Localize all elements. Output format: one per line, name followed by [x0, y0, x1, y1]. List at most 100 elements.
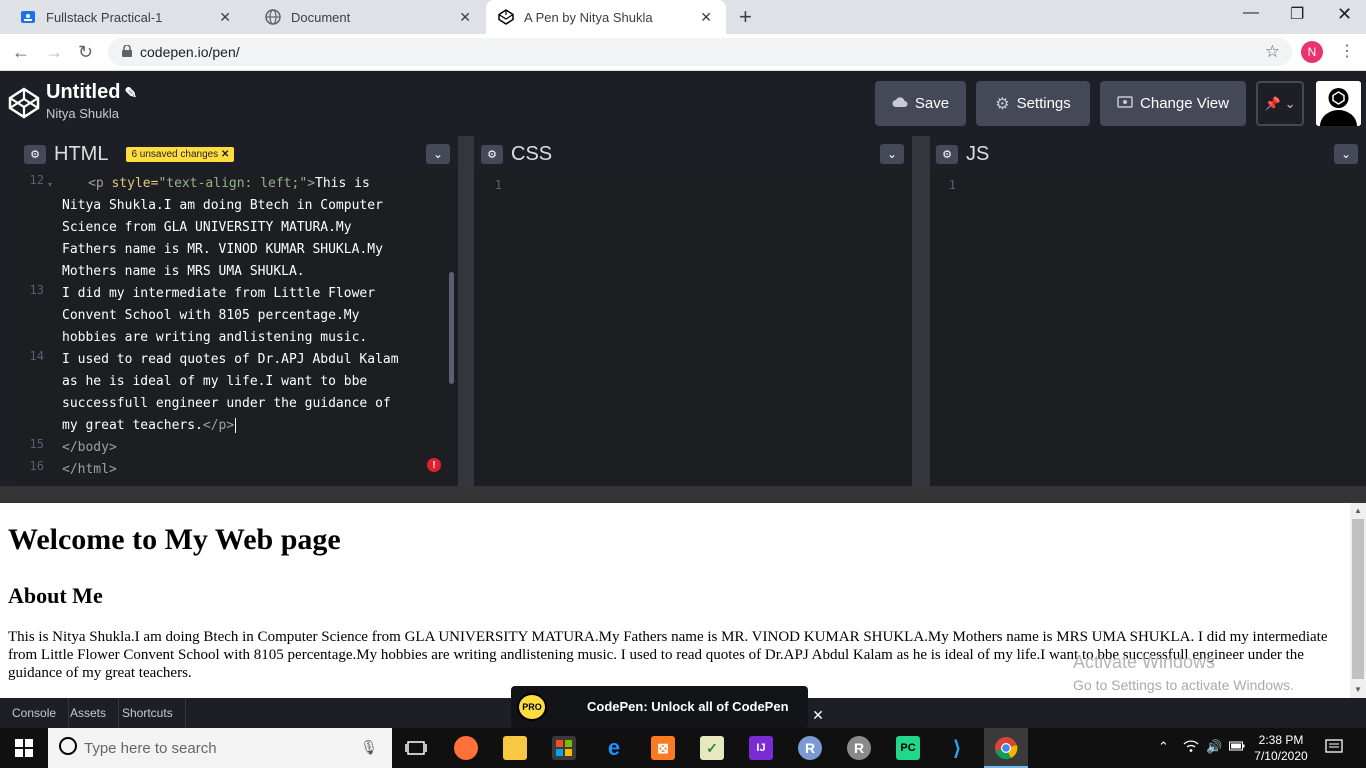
reload-icon[interactable]: ↻ [78, 42, 93, 63]
line-number: 13 [29, 283, 44, 297]
js-settings-gear-icon[interactable]: ⚙ [936, 144, 958, 164]
code-line: <p style="text-align: left;">This is [88, 176, 370, 191]
show-hidden-icons-icon[interactable]: ⌃ [1158, 739, 1169, 755]
line-number: 1 [494, 178, 502, 192]
file-explorer-icon[interactable] [503, 736, 527, 760]
activate-windows-subtitle: Go to Settings to activate Windows. [1073, 677, 1294, 693]
error-icon[interactable]: ! [427, 458, 441, 472]
pin-icon: 📌 [1264, 95, 1281, 111]
line-number: 12 [29, 173, 44, 187]
scroll-up-icon[interactable]: ▲ [1354, 506, 1362, 515]
settings-button[interactable]: ⚙ Settings [976, 81, 1090, 126]
classroom-icon [20, 9, 36, 25]
scroll-down-icon[interactable]: ▼ [1354, 685, 1362, 694]
codepen-logo-icon[interactable] [8, 87, 40, 124]
minimize-icon[interactable]: — [1243, 4, 1259, 22]
user-avatar[interactable] [1316, 81, 1361, 126]
pro-badge: PRO [517, 693, 547, 721]
pro-promo-banner[interactable]: PRO CodePen: Unlock all of CodePen [511, 686, 808, 728]
system-clock[interactable]: 2:38 PM 7/10/2020 [1251, 732, 1311, 764]
firefox-icon[interactable] [454, 736, 478, 760]
line-number: 15 [29, 437, 44, 451]
task-view-icon[interactable] [404, 736, 428, 760]
tab-fullstack-practical[interactable]: Fullstack Practical-1 ✕ [0, 0, 245, 34]
restore-icon[interactable]: ❐ [1290, 4, 1304, 24]
close-icon[interactable]: ✕ [221, 149, 229, 160]
js-editor-label: JS [966, 142, 990, 165]
preview-resize-bar[interactable] [0, 486, 1366, 503]
pycharm-icon[interactable]: PC [896, 736, 920, 760]
back-icon[interactable]: ← [12, 42, 30, 63]
url-text: codepen.io/pen/ [140, 44, 240, 60]
html-editor-header: ⚙ HTML 6 unsaved changes ✕ ⌄ [0, 136, 458, 172]
window-close-icon[interactable]: ✕ [1337, 4, 1352, 25]
scrollbar-thumb[interactable] [1352, 519, 1364, 679]
html-settings-gear-icon[interactable]: ⚙ [24, 144, 46, 164]
new-tab-icon[interactable]: + [739, 4, 752, 30]
close-tab-icon[interactable]: ✕ [459, 9, 471, 26]
code-line: </html> [62, 462, 117, 477]
code-line: Mothers name is MRS UMA SHUKLA. [62, 264, 305, 279]
preview-scrollbar[interactable]: ▲ ▼ [1350, 503, 1366, 698]
close-icon[interactable]: ✕ [809, 705, 827, 725]
profile-avatar[interactable]: N [1301, 41, 1323, 63]
js-editor-dropdown-icon[interactable]: ⌄ [1334, 144, 1358, 164]
close-tab-icon[interactable]: ✕ [219, 9, 231, 26]
pen-title[interactable]: Untitled ✎ [46, 81, 137, 104]
close-tab-icon[interactable]: ✕ [700, 9, 712, 26]
browser-tab-bar: Fullstack Practical-1 ✕ Document ✕ A Pen… [0, 0, 1366, 34]
code-line: I did my intermediate from Little Flower [62, 286, 376, 301]
code-line: Fathers name is MR. VINOD KUMAR SHUKLA.M… [62, 242, 383, 257]
bookmark-star-icon[interactable]: ☆ [1265, 42, 1280, 62]
pencil-icon[interactable]: ✎ [124, 85, 137, 102]
html-editor-dropdown-icon[interactable]: ⌄ [426, 144, 450, 164]
change-view-label: Change View [1140, 95, 1229, 112]
css-settings-gear-icon[interactable]: ⚙ [481, 144, 503, 164]
css-editor-label: CSS [511, 142, 553, 165]
url-field[interactable]: codepen.io/pen/ ☆ [108, 38, 1292, 66]
js-editor[interactable]: ⚙ JS ⌄ 1 [930, 136, 1366, 486]
clock-date: 7/10/2020 [1254, 749, 1308, 763]
r-icon[interactable]: R [798, 736, 822, 760]
browser-menu-icon[interactable]: ⋮ [1339, 41, 1355, 61]
microphone-icon[interactable]: 🎙 [360, 739, 378, 756]
shortcuts-button[interactable]: Shortcuts [110, 698, 186, 728]
lock-icon [122, 43, 132, 60]
code-line: </body> [62, 440, 117, 455]
taskbar-search-input[interactable]: Type here to search 🎙 [48, 728, 392, 768]
intellij-icon[interactable]: IJ [749, 736, 773, 760]
css-editor[interactable]: ⚙ CSS ⌄ 1 [474, 136, 912, 486]
tab-document[interactable]: Document ✕ [245, 0, 485, 34]
css-editor-header: ⚙ CSS ⌄ [474, 136, 912, 172]
unsaved-changes-badge[interactable]: 6 unsaved changes ✕ [126, 146, 235, 162]
fold-arrow-icon[interactable]: ▾ [48, 180, 52, 189]
change-view-button[interactable]: Change View [1100, 81, 1246, 126]
editor-resize-handle[interactable] [912, 136, 930, 486]
microsoft-store-icon[interactable] [552, 736, 576, 760]
pen-author[interactable]: Nitya Shukla [46, 106, 119, 121]
windows-start-icon[interactable] [15, 739, 33, 762]
notifications-icon[interactable] [1325, 739, 1343, 758]
html-editor-scrollbar[interactable] [449, 272, 454, 384]
save-button[interactable]: Save [875, 81, 966, 126]
chrome-taskbar-button[interactable] [984, 728, 1028, 768]
battery-icon[interactable] [1229, 739, 1245, 754]
xampp-icon[interactable]: ⊠ [651, 736, 675, 760]
vscode-icon[interactable]: ⟩ [945, 736, 969, 760]
code-line: hobbies are writing andlistening music. [62, 330, 368, 345]
wifi-icon[interactable] [1183, 739, 1199, 756]
pen-title-text: Untitled [46, 81, 121, 103]
pin-button[interactable]: 📌 ⌄ [1256, 81, 1304, 126]
forward-icon[interactable]: → [45, 42, 63, 63]
editor-resize-handle[interactable] [458, 136, 474, 486]
gear-icon: ⚙ [995, 95, 1010, 113]
tab-label: A Pen by Nitya Shukla [524, 9, 653, 25]
search-icon [58, 736, 78, 760]
edge-icon[interactable]: e [602, 735, 626, 760]
notepad-icon[interactable]: ✓ [700, 736, 724, 760]
volume-icon[interactable]: 🔊 [1206, 739, 1222, 755]
css-editor-dropdown-icon[interactable]: ⌄ [880, 144, 904, 164]
rstudio-icon[interactable]: R [847, 736, 871, 760]
code-line: Science from GLA UNIVERSITY MATURA.My [62, 220, 352, 235]
tab-codepen[interactable]: A Pen by Nitya Shukla ✕ [486, 0, 726, 34]
